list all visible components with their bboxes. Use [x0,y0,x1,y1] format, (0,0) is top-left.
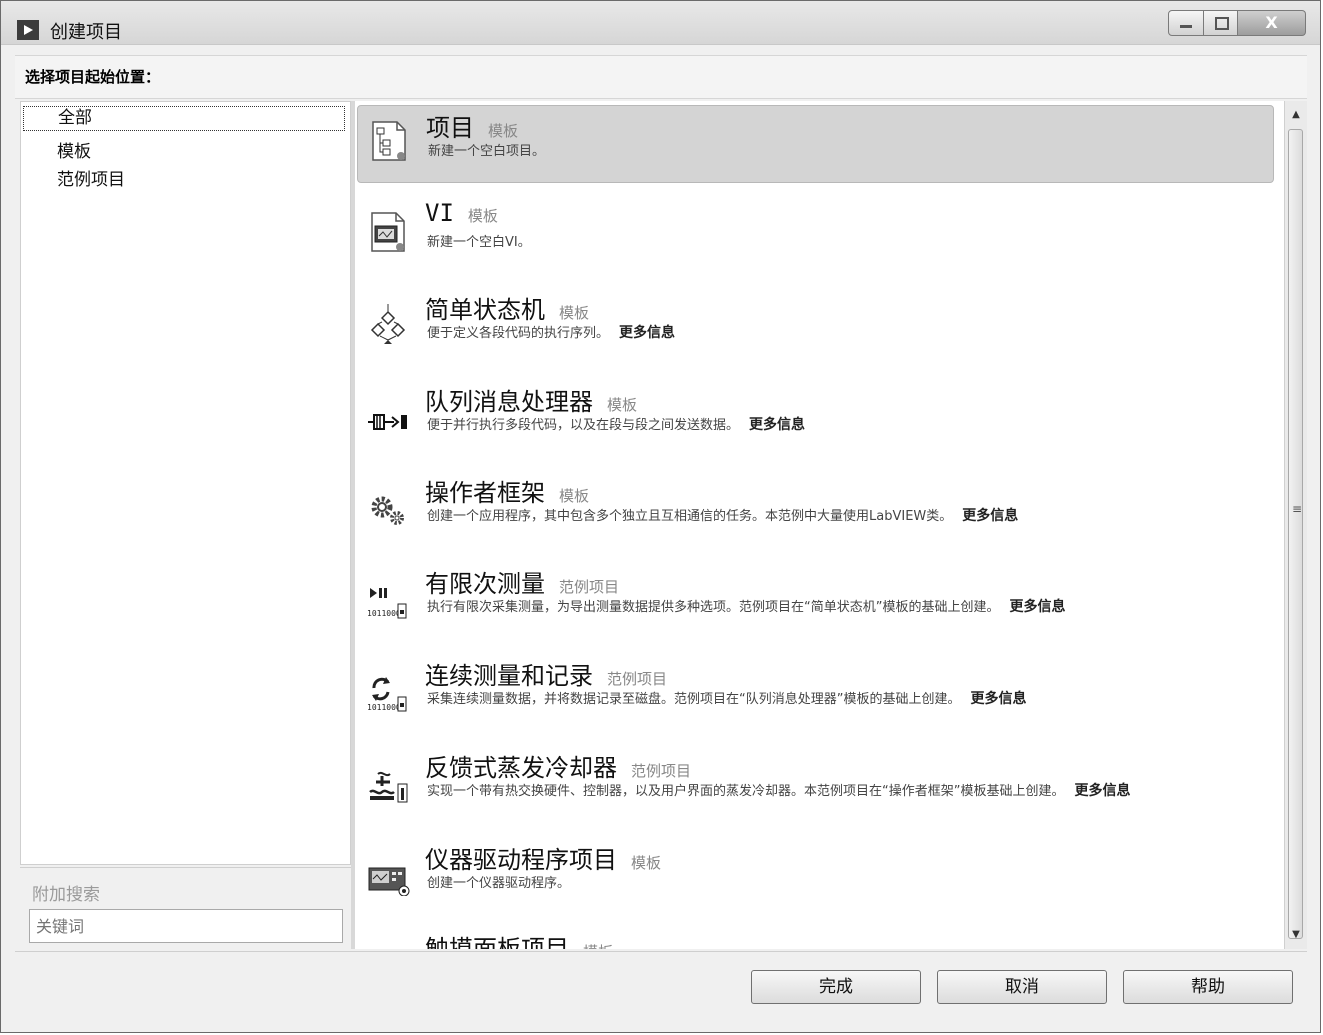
item-tag: 范例项目 [631,762,692,780]
category-templates[interactable]: 模板 [57,137,91,162]
list-item-touch-panel[interactable]: 触摸面板项目模板 [357,927,1274,949]
more-info-link[interactable]: 更多信息 [970,691,1026,707]
item-tag: 模板 [559,304,590,322]
list-item-queued-message-handler[interactable]: 队列消息处理器 模板 便于并行执行多段代码，以及在段与段之间发送数据。 更多信息 [357,380,1274,458]
item-name: 队列消息处理器 [425,388,593,416]
item-name: 操作者框架 [425,479,545,507]
instrument-icon [368,867,410,896]
finish-button[interactable]: 完成 [751,970,921,1004]
keyword-search-input[interactable] [29,909,343,943]
item-description: 创建一个应用程序，其中包含多个独立且互相通信的任务。本范例中大量使用LabVIE… [427,509,953,524]
scroll-thumb[interactable]: ≡ [1288,129,1303,939]
list-item-vi[interactable]: VI 模板 新建一个空白VI。 [357,197,1274,275]
item-name: 仪器驱动程序项目 [425,846,617,874]
item-description: 新建一个空白项目。 [428,144,546,159]
prompt-bar: 选择项目起始位置： [15,55,1307,99]
scroll-grip-icon: ≡ [1292,502,1303,516]
window-controls: X [1168,10,1306,40]
item-description: 便于定义各段代码的执行序列。 [427,326,610,341]
item-tag: 范例项目 [607,670,668,688]
item-description: 采集连续测量数据，并将数据记录至磁盘。范例项目在“队列消息处理器”模板的基础上创… [427,692,961,707]
additional-search-label: 附加搜索 [32,885,100,905]
scroll-down-arrow-icon[interactable]: ▼ [1285,924,1307,946]
state-machine-icon [370,304,406,344]
item-tag: 模板 [467,207,498,225]
title-bar: 创建项目 X [1,1,1320,45]
minimize-icon [1180,25,1192,28]
finite-measure-icon: 1011000 [367,588,407,619]
list-item-project[interactable]: 项目 模板 新建一个空白项目。 [357,105,1274,183]
category-all[interactable]: 全部 [23,106,345,131]
cancel-button[interactable]: 取消 [937,970,1107,1004]
more-info-link[interactable]: 更多信息 [1009,599,1065,615]
continuous-measure-icon: 1011000 [367,677,407,712]
category-sample-projects[interactable]: 范例项目 [57,165,125,190]
more-info-link[interactable]: 更多信息 [619,325,675,341]
template-list: 项目 模板 新建一个空白项目。 VI 模板 新建一个空白VI。 简单状态机 模板… [355,101,1284,949]
vi-file-icon [371,212,405,252]
list-item-continuous-measurement[interactable]: 1011000 连续测量和记录 范例项目 采集连续测量数据，并将数据记录至磁盘。范… [357,654,1274,732]
dialog-button-bar: 完成 取消 帮助 [15,951,1307,1021]
svg-text:1011000: 1011000 [367,703,401,712]
list-item-actor-framework[interactable]: 操作者框架 模板 创建一个应用程序，其中包含多个独立且互相通信的任务。本范例中大量… [357,471,1274,549]
project-file-icon [372,121,406,161]
queue-icon [368,414,407,430]
item-name: 触摸面板项目 [425,935,569,949]
item-description: 执行有限次采集测量，为导出测量数据提供多种选项。范例项目在“简单状态机”模板的基… [427,600,1000,615]
scroll-up-arrow-icon[interactable]: ▲ [1285,104,1307,126]
list-item-finite-measurement[interactable]: 1011000 有限次测量 范例项目 执行有限次采集测量，为导出测量数据提供多种选… [357,562,1274,640]
item-name: 连续测量和记录 [425,662,593,690]
cooler-icon [369,771,408,803]
item-tag: 模板 [583,943,613,949]
more-info-link[interactable]: 更多信息 [749,417,805,433]
help-button[interactable]: 帮助 [1123,970,1293,1004]
item-name: 有限次测量 [425,570,545,598]
create-project-dialog: 创建项目 X 选择项目起始位置： 全部 模板 范例项目 附加搜索 关键词 项目 … [0,0,1321,1033]
more-info-link[interactable]: 更多信息 [1074,783,1130,799]
item-tag: 模板 [488,122,519,140]
svg-text:1011000: 1011000 [367,609,401,618]
list-item-instrument-driver[interactable]: 仪器驱动程序项目 模板 创建一个仪器驱动程序。 [357,838,1274,916]
item-name: 项目 [426,114,474,142]
item-tag: 模板 [631,854,662,872]
item-description: 新建一个空白VI。 [427,235,531,250]
category-tree: 全部 模板 范例项目 [20,101,351,865]
additional-search-panel: 附加搜索 [20,867,351,949]
close-icon: X [1265,13,1278,32]
maximize-button[interactable] [1204,10,1238,36]
item-description: 创建一个仪器驱动程序。 [427,876,571,891]
list-scrollbar[interactable]: ▲ ≡ ▼ [1284,101,1307,949]
gears-icon [371,496,404,525]
window-title: 创建项目 [50,22,122,43]
maximize-icon [1215,17,1229,30]
list-item-evaporative-cooler[interactable]: 反馈式蒸发冷却器 范例项目 实现一个带有热交换硬件、控制器，以及用户界面的蒸发冷却… [357,746,1274,824]
item-tag: 范例项目 [559,578,620,596]
item-tag: 模板 [607,396,638,414]
item-name: VI [425,199,454,227]
start-location-prompt: 选择项目起始位置： [25,68,161,86]
item-name: 简单状态机 [425,296,545,324]
list-item-simple-state-machine[interactable]: 简单状态机 模板 便于定义各段代码的执行序列。 更多信息 [357,288,1274,366]
item-tag: 模板 [559,487,590,505]
close-button[interactable]: X [1238,10,1306,36]
item-name: 反馈式蒸发冷却器 [425,754,617,782]
item-description: 便于并行执行多段代码，以及在段与段之间发送数据。 [427,418,740,433]
item-description: 实现一个带有热交换硬件、控制器，以及用户界面的蒸发冷却器。本范例项目在“操作者框… [427,784,1065,799]
more-info-link[interactable]: 更多信息 [962,508,1018,524]
minimize-button[interactable] [1168,10,1204,36]
labview-app-icon [17,20,39,40]
